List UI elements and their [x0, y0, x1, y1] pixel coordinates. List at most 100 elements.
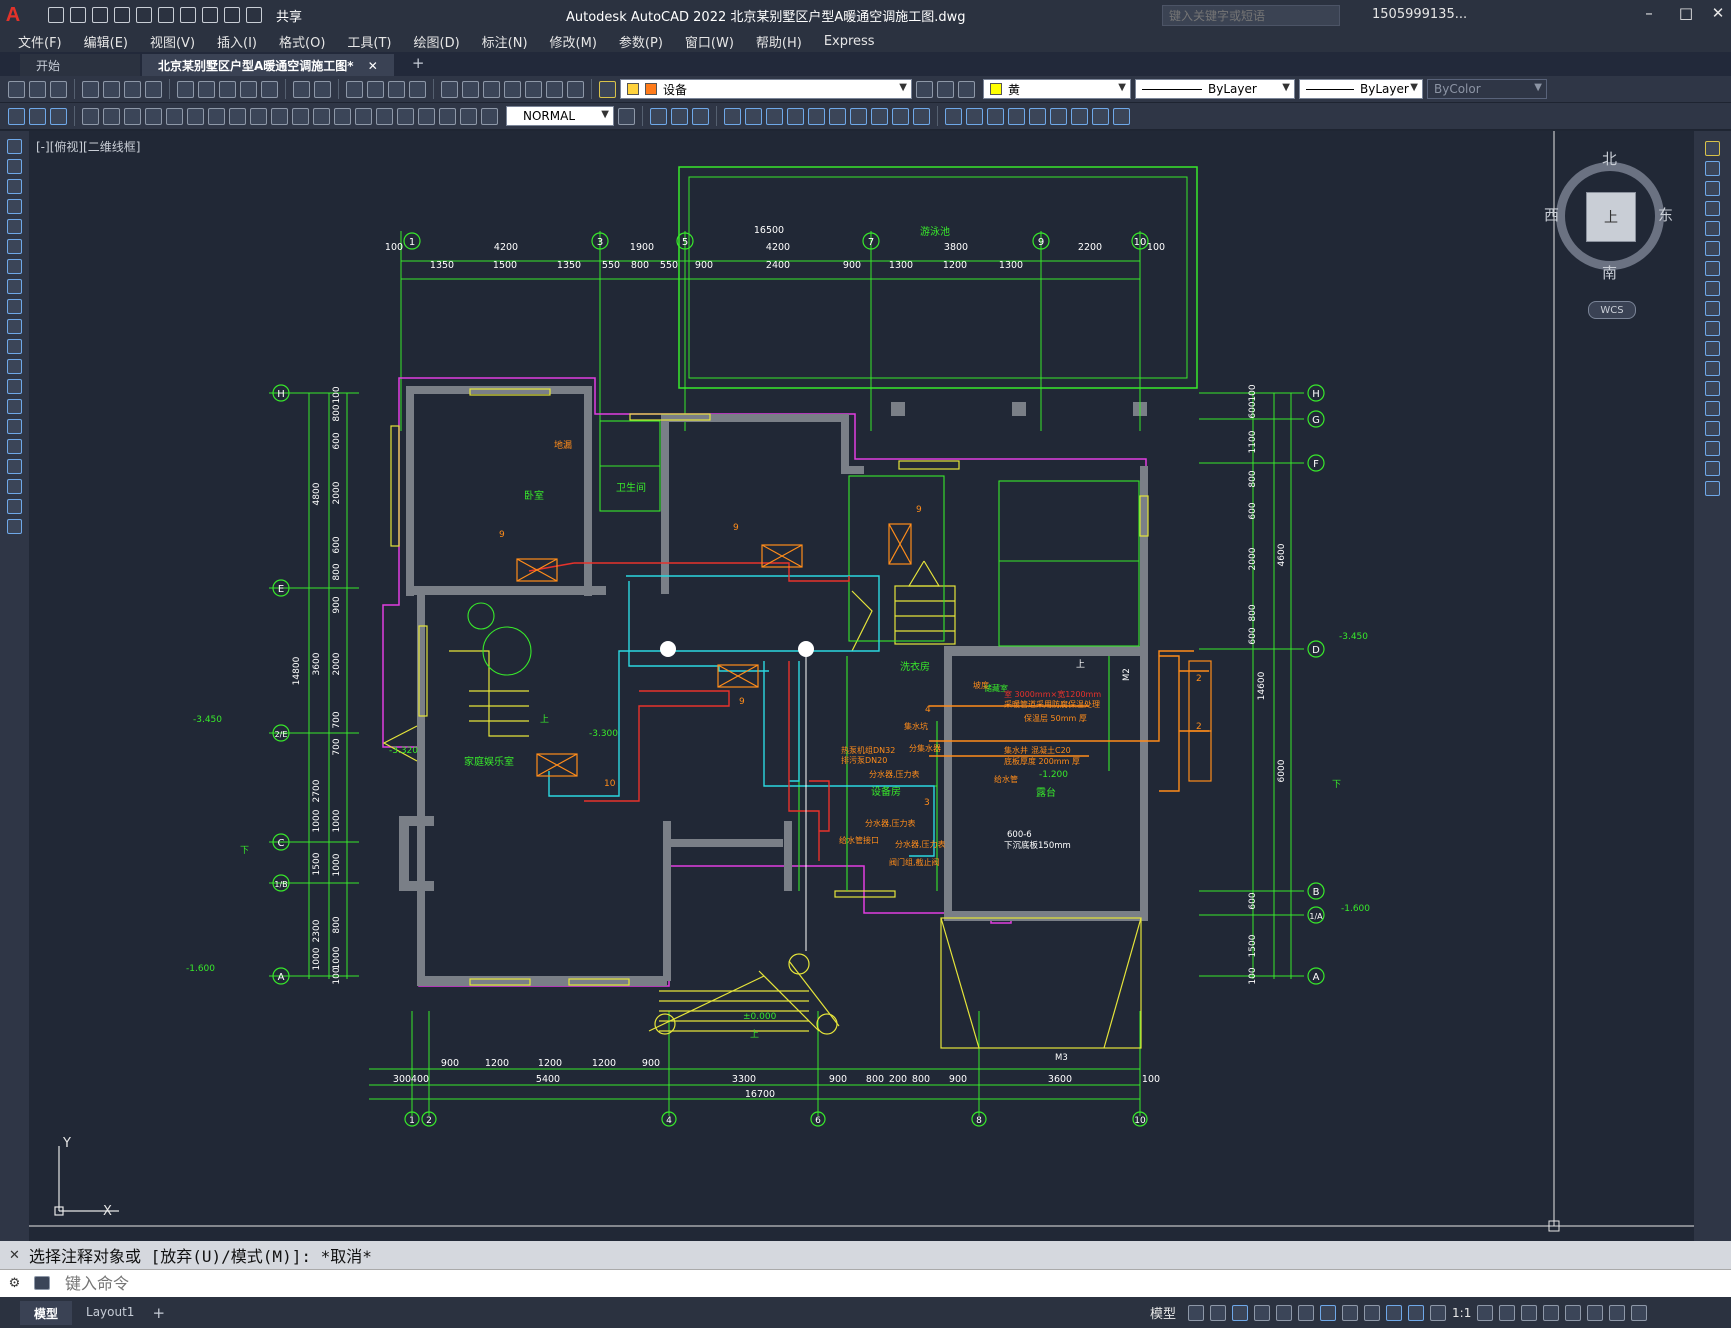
- share-button[interactable]: 共享: [276, 6, 302, 25]
- ungroup-icon[interactable]: [1050, 107, 1067, 125]
- polar-icon[interactable]: [1254, 1304, 1271, 1321]
- quick-dimension-icon[interactable]: [250, 107, 267, 125]
- copy-icon[interactable]: [1705, 161, 1720, 176]
- menu-window[interactable]: 窗口(W): [685, 32, 734, 51]
- compass-north[interactable]: 北: [1602, 148, 1617, 169]
- jogged-icon[interactable]: [187, 107, 204, 125]
- menu-express[interactable]: Express: [824, 34, 875, 49]
- ordinate-icon[interactable]: [145, 107, 162, 125]
- stretch-icon[interactable]: [829, 107, 846, 125]
- dimension-text-edit-icon[interactable]: [460, 107, 477, 125]
- join-icon[interactable]: [1705, 401, 1720, 416]
- erase-icon[interactable]: [650, 107, 667, 125]
- menu-parametric[interactable]: 参数(P): [619, 32, 663, 51]
- match-properties-icon[interactable]: [240, 80, 257, 98]
- close-command-icon[interactable]: ✕: [0, 1248, 29, 1263]
- point-icon[interactable]: [7, 399, 22, 414]
- dimension-space-icon[interactable]: [313, 107, 330, 125]
- table-icon[interactable]: [7, 479, 22, 494]
- hardware-acceleration-icon[interactable]: [1587, 1304, 1604, 1321]
- workspace-gear-icon[interactable]: [1477, 1304, 1494, 1321]
- rectangle-icon[interactable]: [7, 219, 22, 234]
- block-icon[interactable]: [29, 107, 46, 125]
- blend-curves-icon[interactable]: [1705, 461, 1720, 476]
- offset-icon[interactable]: [1705, 201, 1720, 216]
- new-file-icon[interactable]: [48, 7, 64, 23]
- make-current-layer-icon[interactable]: [916, 80, 933, 98]
- zoom-window-icon[interactable]: [388, 80, 405, 98]
- menu-file[interactable]: 文件(F): [18, 32, 62, 51]
- menu-edit[interactable]: 编辑(E): [84, 32, 128, 51]
- recent-commands-icon[interactable]: [34, 1276, 50, 1290]
- cut-icon[interactable]: [177, 80, 194, 98]
- break-at-point-icon[interactable]: [1705, 361, 1720, 376]
- help-icon[interactable]: [567, 80, 584, 98]
- tab-drawing[interactable]: 北京某别墅区户型A暖通空调施工图* ✕: [142, 54, 394, 76]
- open-web-icon[interactable]: [136, 7, 152, 23]
- save-icon[interactable]: [92, 7, 108, 23]
- tab-layout1[interactable]: Layout1: [72, 1301, 148, 1325]
- chamfer-icon[interactable]: [945, 107, 962, 125]
- markup-icon[interactable]: [525, 80, 542, 98]
- plot-icon[interactable]: [180, 7, 196, 23]
- redo-icon[interactable]: [224, 7, 240, 23]
- group-icon[interactable]: [1029, 107, 1046, 125]
- auto-scale-icon[interactable]: [1408, 1304, 1425, 1321]
- hatch-icon[interactable]: [7, 419, 22, 434]
- move-icon[interactable]: [766, 107, 783, 125]
- object-snap-icon[interactable]: [1320, 1304, 1337, 1321]
- new-tab-icon[interactable]: +: [412, 54, 425, 76]
- quick-properties-icon[interactable]: [1543, 1304, 1560, 1321]
- customization-menu-icon[interactable]: [1631, 1304, 1648, 1321]
- viewcube-top-face[interactable]: 上: [1586, 192, 1636, 242]
- group-edit-icon[interactable]: [1071, 107, 1088, 125]
- new-icon[interactable]: [8, 80, 25, 98]
- explode-icon[interactable]: [987, 107, 1004, 125]
- block-editor-icon[interactable]: [261, 80, 278, 98]
- paste-icon[interactable]: [219, 80, 236, 98]
- linear-dimension-icon[interactable]: [82, 107, 99, 125]
- fillet-icon[interactable]: [966, 107, 983, 125]
- mirror-icon[interactable]: [692, 107, 709, 125]
- fillet-icon[interactable]: [1705, 441, 1720, 456]
- close-icon[interactable]: ✕: [1706, 4, 1730, 26]
- design-center-icon[interactable]: [462, 80, 479, 98]
- scale-icon[interactable]: [808, 107, 825, 125]
- search-input[interactable]: [1162, 5, 1340, 26]
- plot-icon[interactable]: [82, 80, 99, 98]
- extend-icon[interactable]: [1705, 341, 1720, 356]
- angular-icon[interactable]: [229, 107, 246, 125]
- open-icon[interactable]: [29, 80, 46, 98]
- scale-icon[interactable]: [1705, 281, 1720, 296]
- snap-icon[interactable]: [1210, 1304, 1227, 1321]
- continue-icon[interactable]: [292, 107, 309, 125]
- zoom-previous-icon[interactable]: [409, 80, 426, 98]
- compass-west[interactable]: 西: [1544, 204, 1559, 225]
- spline-icon[interactable]: [7, 299, 22, 314]
- autocad-logo-icon[interactable]: A: [0, 0, 26, 30]
- menu-draw[interactable]: 绘图(D): [414, 32, 460, 51]
- wcs-menu[interactable]: WCS: [1588, 301, 1636, 319]
- menu-tools[interactable]: 工具(T): [347, 32, 391, 51]
- jogged-linear-icon[interactable]: [418, 107, 435, 125]
- revision-cloud-icon[interactable]: [7, 279, 22, 294]
- annotation-monitor-icon[interactable]: [1499, 1304, 1516, 1321]
- clean-screen-icon[interactable]: [1609, 1304, 1626, 1321]
- plotstyle-dropdown[interactable]: ByColor ▼: [1427, 79, 1547, 99]
- viewport-controls[interactable]: [-][俯视][二维线框]: [36, 138, 140, 155]
- ortho-icon[interactable]: [1232, 1304, 1249, 1321]
- sheet-set-icon[interactable]: [504, 80, 521, 98]
- compass-east[interactable]: 东: [1658, 204, 1673, 225]
- ellipse-arc-icon[interactable]: [7, 339, 22, 354]
- save-as-icon[interactable]: [114, 7, 130, 23]
- compass-south[interactable]: 南: [1602, 262, 1617, 283]
- radius-icon[interactable]: [166, 107, 183, 125]
- gradient-icon[interactable]: [7, 439, 22, 454]
- break-icon[interactable]: [892, 107, 909, 125]
- publish-icon[interactable]: [124, 80, 141, 98]
- offset-icon[interactable]: [724, 107, 741, 125]
- isodraft-icon[interactable]: [1276, 1304, 1293, 1321]
- array-icon[interactable]: [1705, 221, 1720, 236]
- tab-model[interactable]: 模型: [20, 1300, 73, 1325]
- minimize-icon[interactable]: –: [1637, 4, 1661, 26]
